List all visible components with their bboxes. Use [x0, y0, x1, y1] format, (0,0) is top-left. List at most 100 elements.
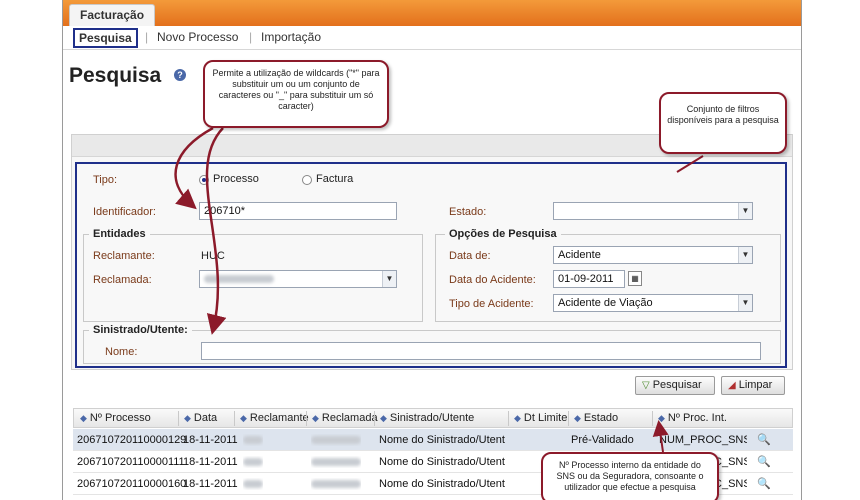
col-header-label: Estado	[583, 412, 619, 424]
cell-reclamada	[311, 456, 361, 468]
filters-callout: Conjunto de filtros disponíveis para a p…	[659, 92, 787, 154]
sort-icon: ◆	[658, 413, 665, 423]
cell-processo: 206710720110000111	[77, 456, 185, 468]
cell-data: 18-11-2011	[183, 456, 238, 468]
search-icon[interactable]: 🔍	[757, 433, 771, 446]
sort-icon: ◆	[184, 413, 191, 423]
cell-processo: 206710720110000129	[77, 434, 187, 446]
proc-int-callout: Nº Processo interno da entidade do SNS o…	[541, 452, 719, 500]
redacted-value	[311, 480, 361, 489]
page-title: Pesquisa	[69, 64, 162, 87]
col-header-label: Reclamada	[321, 412, 378, 424]
radio-processo[interactable]	[199, 175, 209, 185]
top-bar: Facturação	[63, 0, 801, 26]
sort-icon: ◆	[574, 413, 581, 423]
col-header-processo[interactable]: ◆ Nº Processo	[80, 412, 151, 424]
col-header-estado[interactable]: ◆ Estado	[574, 412, 618, 424]
col-header-label: Reclamante	[249, 412, 309, 424]
column-divider	[234, 411, 235, 426]
cell-reclamada	[311, 478, 361, 490]
col-header-label: Data	[193, 412, 218, 424]
col-header-label: Dt Limite	[523, 412, 568, 424]
redacted-value	[243, 480, 263, 489]
column-divider	[568, 411, 569, 426]
nav-item-importacao[interactable]: Importação	[261, 30, 321, 44]
reclamada-select[interactable]: ▼	[199, 270, 397, 288]
sort-icon: ◆	[380, 413, 387, 423]
radio-processo-label: Processo	[213, 173, 259, 185]
chevron-down-icon: ▼	[382, 271, 396, 287]
cell-data: 18-11-2011	[183, 434, 238, 446]
nav-separator: |	[249, 30, 253, 44]
search-icon[interactable]: 🔍	[757, 477, 771, 490]
filter-box-highlight: Tipo: Processo Factura Identificador: 20…	[75, 162, 787, 368]
table-row[interactable]: 206710720110000129 18-11-2011 Nome do Si…	[73, 429, 793, 451]
col-header-dt-limite[interactable]: ◆ Dt Limite	[514, 412, 567, 424]
sub-navigation: Pesquisa | Novo Processo | Importação	[63, 26, 801, 50]
data-acidente-input[interactable]: 01-09-2011	[553, 270, 625, 288]
nome-label: Nome:	[105, 346, 138, 358]
identificador-input[interactable]: 206710*	[199, 202, 397, 220]
cell-proc-int: NUM_PROC_SNS_212	[659, 434, 747, 446]
estado-select[interactable]: ▼	[553, 202, 753, 220]
tipo-acidente-value: Acidente de Viação	[558, 297, 653, 309]
data-de-value: Acidente	[558, 249, 601, 261]
pesquisar-button[interactable]: ▽ Pesquisar	[635, 376, 715, 395]
col-header-label: Sinistrado/Utente	[389, 412, 475, 424]
sinistrado-title: Sinistrado/Utente:	[89, 324, 192, 336]
identificador-label: Identificador:	[93, 206, 156, 218]
table-header: ◆ Nº Processo ◆ Data ◆ Reclamante ◆ Reclamad…	[73, 408, 793, 428]
data-de-select[interactable]: Acidente ▼	[553, 246, 753, 264]
col-header-reclamante[interactable]: ◆ Reclamante	[240, 412, 309, 424]
cell-sinistrado: Nome do Sinistrado/Utente 217	[379, 478, 505, 490]
help-icon[interactable]: ?	[174, 69, 186, 81]
col-header-reclamada[interactable]: ◆ Reclamada	[312, 412, 378, 424]
column-divider	[652, 411, 653, 426]
nome-input[interactable]	[201, 342, 761, 360]
redacted-value	[311, 436, 361, 445]
column-divider	[508, 411, 509, 426]
sort-icon: ◆	[240, 413, 247, 423]
search-icon[interactable]: 🔍	[757, 455, 771, 468]
app-tab-facturacao[interactable]: Facturação	[69, 4, 156, 26]
cell-reclamada	[311, 434, 361, 446]
app-frame: Facturação Pesquisa | Novo Processo | Im…	[62, 0, 802, 500]
nav-separator: |	[145, 30, 149, 44]
cell-estado: Pré-Validado	[571, 434, 634, 446]
cell-processo: 206710720110000160	[77, 478, 187, 490]
entidades-title: Entidades	[89, 228, 150, 240]
redacted-value	[311, 458, 361, 467]
col-header-data[interactable]: ◆ Data	[184, 412, 217, 424]
data-acidente-label: Data do Acidente:	[449, 274, 536, 286]
cell-sinistrado: Nome do Sinistrado/Utente 212	[379, 434, 505, 446]
tipo-label: Tipo:	[93, 174, 118, 186]
col-header-proc-int[interactable]: ◆ Nº Proc. Int.	[658, 412, 727, 424]
filter-icon: ▽	[642, 380, 650, 391]
redacted-value	[204, 275, 274, 284]
reclamante-label: Reclamante:	[93, 250, 155, 262]
col-header-label: Nº Proc. Int.	[667, 412, 727, 424]
sort-icon: ◆	[312, 413, 319, 423]
limpar-button-label: Limpar	[738, 379, 773, 391]
radio-factura-label: Factura	[316, 173, 354, 185]
cell-reclamante	[243, 434, 263, 446]
chevron-down-icon: ▼	[738, 247, 752, 263]
radio-factura[interactable]	[302, 175, 312, 185]
reclamante-value: HUC	[201, 250, 225, 262]
nav-item-novo-processo[interactable]: Novo Processo	[157, 30, 238, 44]
sort-icon: ◆	[514, 413, 521, 423]
opcoes-title: Opções de Pesquisa	[445, 228, 561, 240]
redacted-value	[243, 436, 263, 445]
sort-icon: ◆	[80, 413, 87, 423]
col-header-sinistrado[interactable]: ◆ Sinistrado/Utente	[380, 412, 474, 424]
cell-data: 18-11-2011	[183, 478, 238, 490]
limpar-button[interactable]: ◢ Limpar	[721, 376, 785, 395]
tipo-acidente-select[interactable]: Acidente de Viação ▼	[553, 294, 753, 312]
estado-label: Estado:	[449, 206, 487, 218]
nav-item-pesquisa[interactable]: Pesquisa	[73, 28, 138, 48]
column-divider	[374, 411, 375, 426]
tipo-acidente-label: Tipo de Acidente:	[449, 298, 534, 310]
data-de-label: Data de:	[449, 250, 491, 262]
calendar-icon[interactable]: ▦	[628, 271, 642, 286]
cell-reclamante	[243, 478, 263, 490]
